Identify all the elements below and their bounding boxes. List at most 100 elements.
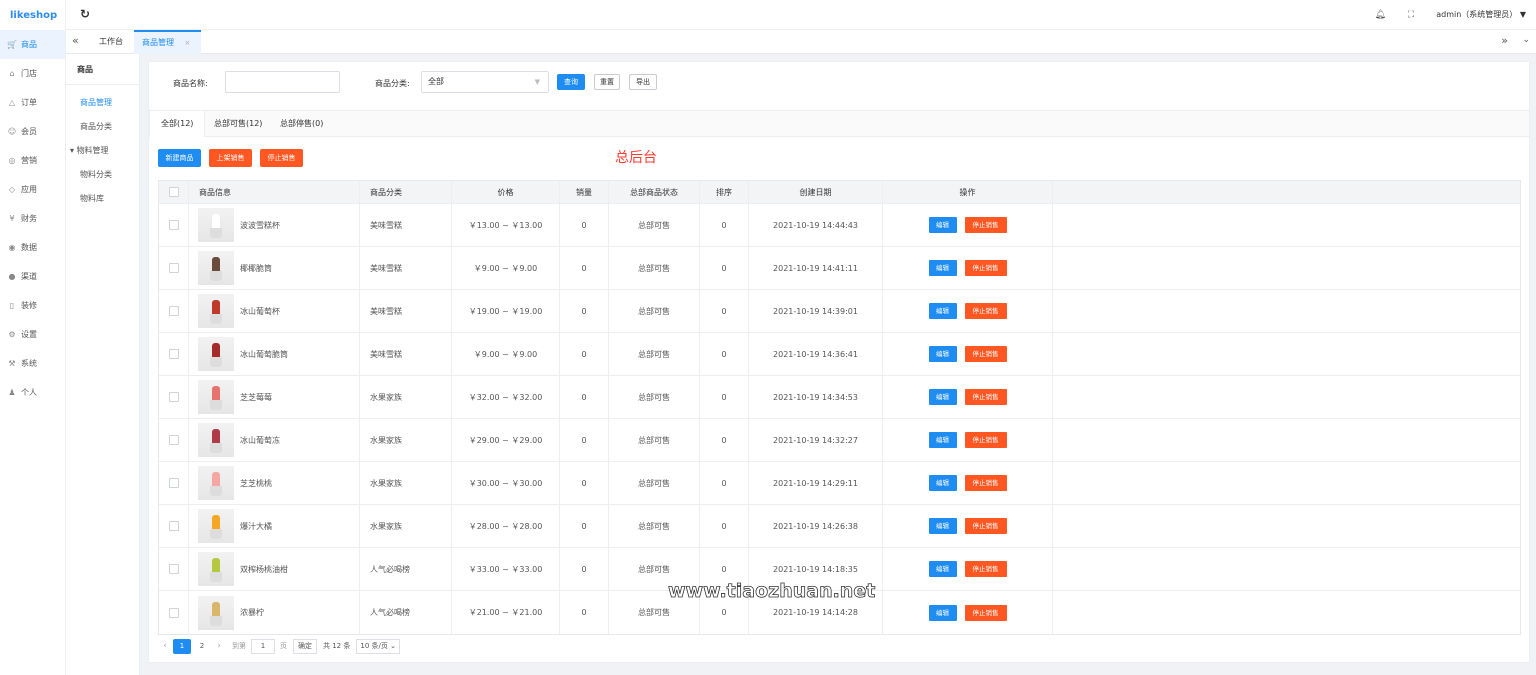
goods-price: ￥21.00 ~ ￥21.00 [452, 591, 560, 634]
actions-cell: 编辑 停止销售 [883, 376, 1053, 418]
nav-item-10[interactable]: ⚙ 设置 [0, 320, 65, 349]
query-button[interactable]: 查询 [557, 74, 585, 90]
edit-button[interactable]: 编辑 [928, 389, 957, 405]
row-checkbox[interactable] [168, 564, 179, 574]
table-row: 冰山葡萄脆筒 美味雪糕 ￥9.00 ~ ￥9.00 0 总部可售 0 2021-10-19 … [159, 333, 1520, 376]
nav-item-8[interactable]: ● 渠道 [0, 262, 65, 291]
goods-thumbnail [198, 380, 234, 414]
nav-item-4[interactable]: ◎ 营销 [0, 146, 65, 175]
row-checkbox[interactable] [168, 306, 179, 316]
stop-sale-row-button[interactable]: 停止销售 [964, 260, 1007, 276]
goods-sales: 0 [560, 204, 609, 246]
row-checkbox[interactable] [168, 607, 179, 618]
goto-input[interactable]: 1 [251, 638, 275, 654]
product-base [210, 572, 222, 582]
stop-sale-row-button[interactable]: 停止销售 [964, 217, 1007, 233]
edit-button[interactable]: 编辑 [928, 217, 957, 233]
row-checkbox[interactable] [168, 435, 179, 445]
nav-item-1[interactable]: ⌂ 门店 [0, 59, 65, 88]
refresh-icon[interactable]: ↻ [80, 7, 90, 21]
goods-info-cell: 浓暴柠 [189, 591, 360, 634]
row-checkbox[interactable] [168, 220, 179, 230]
goods-info-cell: 爆汁大橘 [189, 505, 360, 547]
subnav-item-material-library[interactable]: 物料库 [66, 187, 139, 211]
stop-sale-row-button[interactable]: 停止销售 [964, 475, 1007, 491]
tab-stopped[interactable]: 总部停售(0) [280, 111, 323, 137]
goods-sort: 0 [700, 376, 749, 418]
new-goods-button[interactable]: 新建商品 [158, 149, 201, 167]
row-checkbox[interactable] [168, 349, 179, 359]
nav-item-7[interactable]: ◉ 数据 [0, 233, 65, 262]
row-checkbox[interactable] [168, 478, 179, 488]
goods-sales: 0 [560, 548, 609, 590]
nav-item-12[interactable]: ♟ 个人 [0, 378, 65, 407]
app: likeshop 🛒 商品 ⌂ 门店 △ 订单 ☺ 会员 ◎ 营销 ◇ 应用 ¥ 财务 ◉ 数据 ● 渠道 ▯ 装修 ⚙… [0, 0, 1536, 675]
goto-confirm-button[interactable]: 确定 [293, 638, 317, 654]
nav-item-9[interactable]: ▯ 装修 [0, 291, 65, 320]
goods-category: 美味雪糕 [360, 290, 452, 332]
user-menu[interactable]: admin（系统管理员） ▼ [1436, 9, 1526, 20]
edit-button[interactable]: 编辑 [928, 475, 957, 491]
select-all-checkbox[interactable] [168, 187, 179, 197]
subnav-item-material-category[interactable]: 物料分类 [66, 163, 139, 187]
category-select[interactable]: 全部 ▼ [421, 71, 549, 93]
stop-sale-row-button[interactable]: 停止销售 [964, 432, 1007, 448]
notification-bell-icon[interactable]: 🔔︎ [1374, 10, 1385, 20]
edit-button[interactable]: 编辑 [928, 346, 957, 362]
page-2[interactable]: 2 [193, 639, 211, 654]
nav-item-2[interactable]: △ 订单 [0, 88, 65, 117]
product-base [210, 271, 222, 281]
goods-sort: 0 [700, 204, 749, 246]
stop-sale-row-button[interactable]: 停止销售 [964, 561, 1007, 577]
stop-sale-row-button[interactable]: 停止销售 [964, 518, 1007, 534]
tab-goods-manage[interactable]: 商品管理 × [134, 30, 201, 54]
page-size-select[interactable]: 10 条/页 ⌄ [356, 638, 400, 654]
edit-button[interactable]: 编辑 [928, 432, 957, 448]
close-icon[interactable]: × [185, 39, 191, 47]
edit-button[interactable]: 编辑 [928, 604, 957, 621]
nav-item-5[interactable]: ◇ 应用 [0, 175, 65, 204]
export-button[interactable]: 导出 [629, 74, 657, 90]
tab-all[interactable]: 全部(12) [149, 111, 206, 137]
subnav-item-goods-manage[interactable]: 商品管理 [66, 91, 139, 115]
fullscreen-icon[interactable]: ⛶ [1408, 10, 1414, 20]
subnav-item-goods-category[interactable]: 商品分类 [66, 115, 139, 139]
stop-sale-button[interactable]: 停止销售 [260, 149, 303, 167]
stop-sale-row-button[interactable]: 停止销售 [964, 346, 1007, 362]
collapse-left-icon[interactable]: « [72, 34, 79, 47]
stop-sale-row-button[interactable]: 停止销售 [964, 604, 1007, 621]
row-checkbox[interactable] [168, 263, 179, 273]
next-page-icon[interactable]: › [212, 641, 226, 651]
prev-page-icon[interactable]: ‹ [158, 641, 172, 651]
row-checkbox[interactable] [168, 392, 179, 402]
subnav-group-material[interactable]: ▾ 物料管理 [66, 139, 139, 163]
goods-created-date: 2021-10-19 14:34:53 [749, 376, 883, 418]
edit-button[interactable]: 编辑 [928, 518, 957, 534]
goods-category: 美味雪糕 [360, 333, 452, 375]
reset-button[interactable]: 重置 [594, 74, 620, 90]
stop-sale-row-button[interactable]: 停止销售 [964, 389, 1007, 405]
page-1[interactable]: 1 [173, 638, 191, 654]
nav-item-0[interactable]: 🛒 商品 [0, 30, 65, 59]
goods-thumbnail [198, 552, 234, 586]
goods-price: ￥28.00 ~ ￥28.00 [452, 505, 560, 547]
goods-thumbnail [198, 466, 234, 500]
product-base [210, 486, 222, 496]
name-input[interactable] [225, 71, 340, 93]
row-checkbox[interactable] [168, 521, 179, 531]
goods-created-date: 2021-10-19 14:36:41 [749, 333, 883, 375]
on-sale-button[interactable]: 上架销售 [209, 149, 252, 167]
stop-sale-row-button[interactable]: 停止销售 [964, 303, 1007, 319]
nav-item-3[interactable]: ☺ 会员 [0, 117, 65, 146]
tab-workbench[interactable]: 工作台 [99, 30, 123, 54]
col-header: 总部商品状态 [609, 181, 700, 203]
tab-on-sale[interactable]: 总部可售(12) [214, 111, 262, 137]
nav-item-6[interactable]: ¥ 财务 [0, 204, 65, 233]
nav-item-label: 渠道 [21, 272, 37, 281]
edit-button[interactable]: 编辑 [928, 260, 957, 276]
edit-button[interactable]: 编辑 [928, 561, 957, 577]
scroll-right-icon[interactable]: » [1501, 34, 1508, 47]
nav-item-11[interactable]: ⚒ 系统 [0, 349, 65, 378]
chevron-down-icon[interactable]: ⌄ [1522, 35, 1530, 45]
edit-button[interactable]: 编辑 [928, 303, 957, 319]
